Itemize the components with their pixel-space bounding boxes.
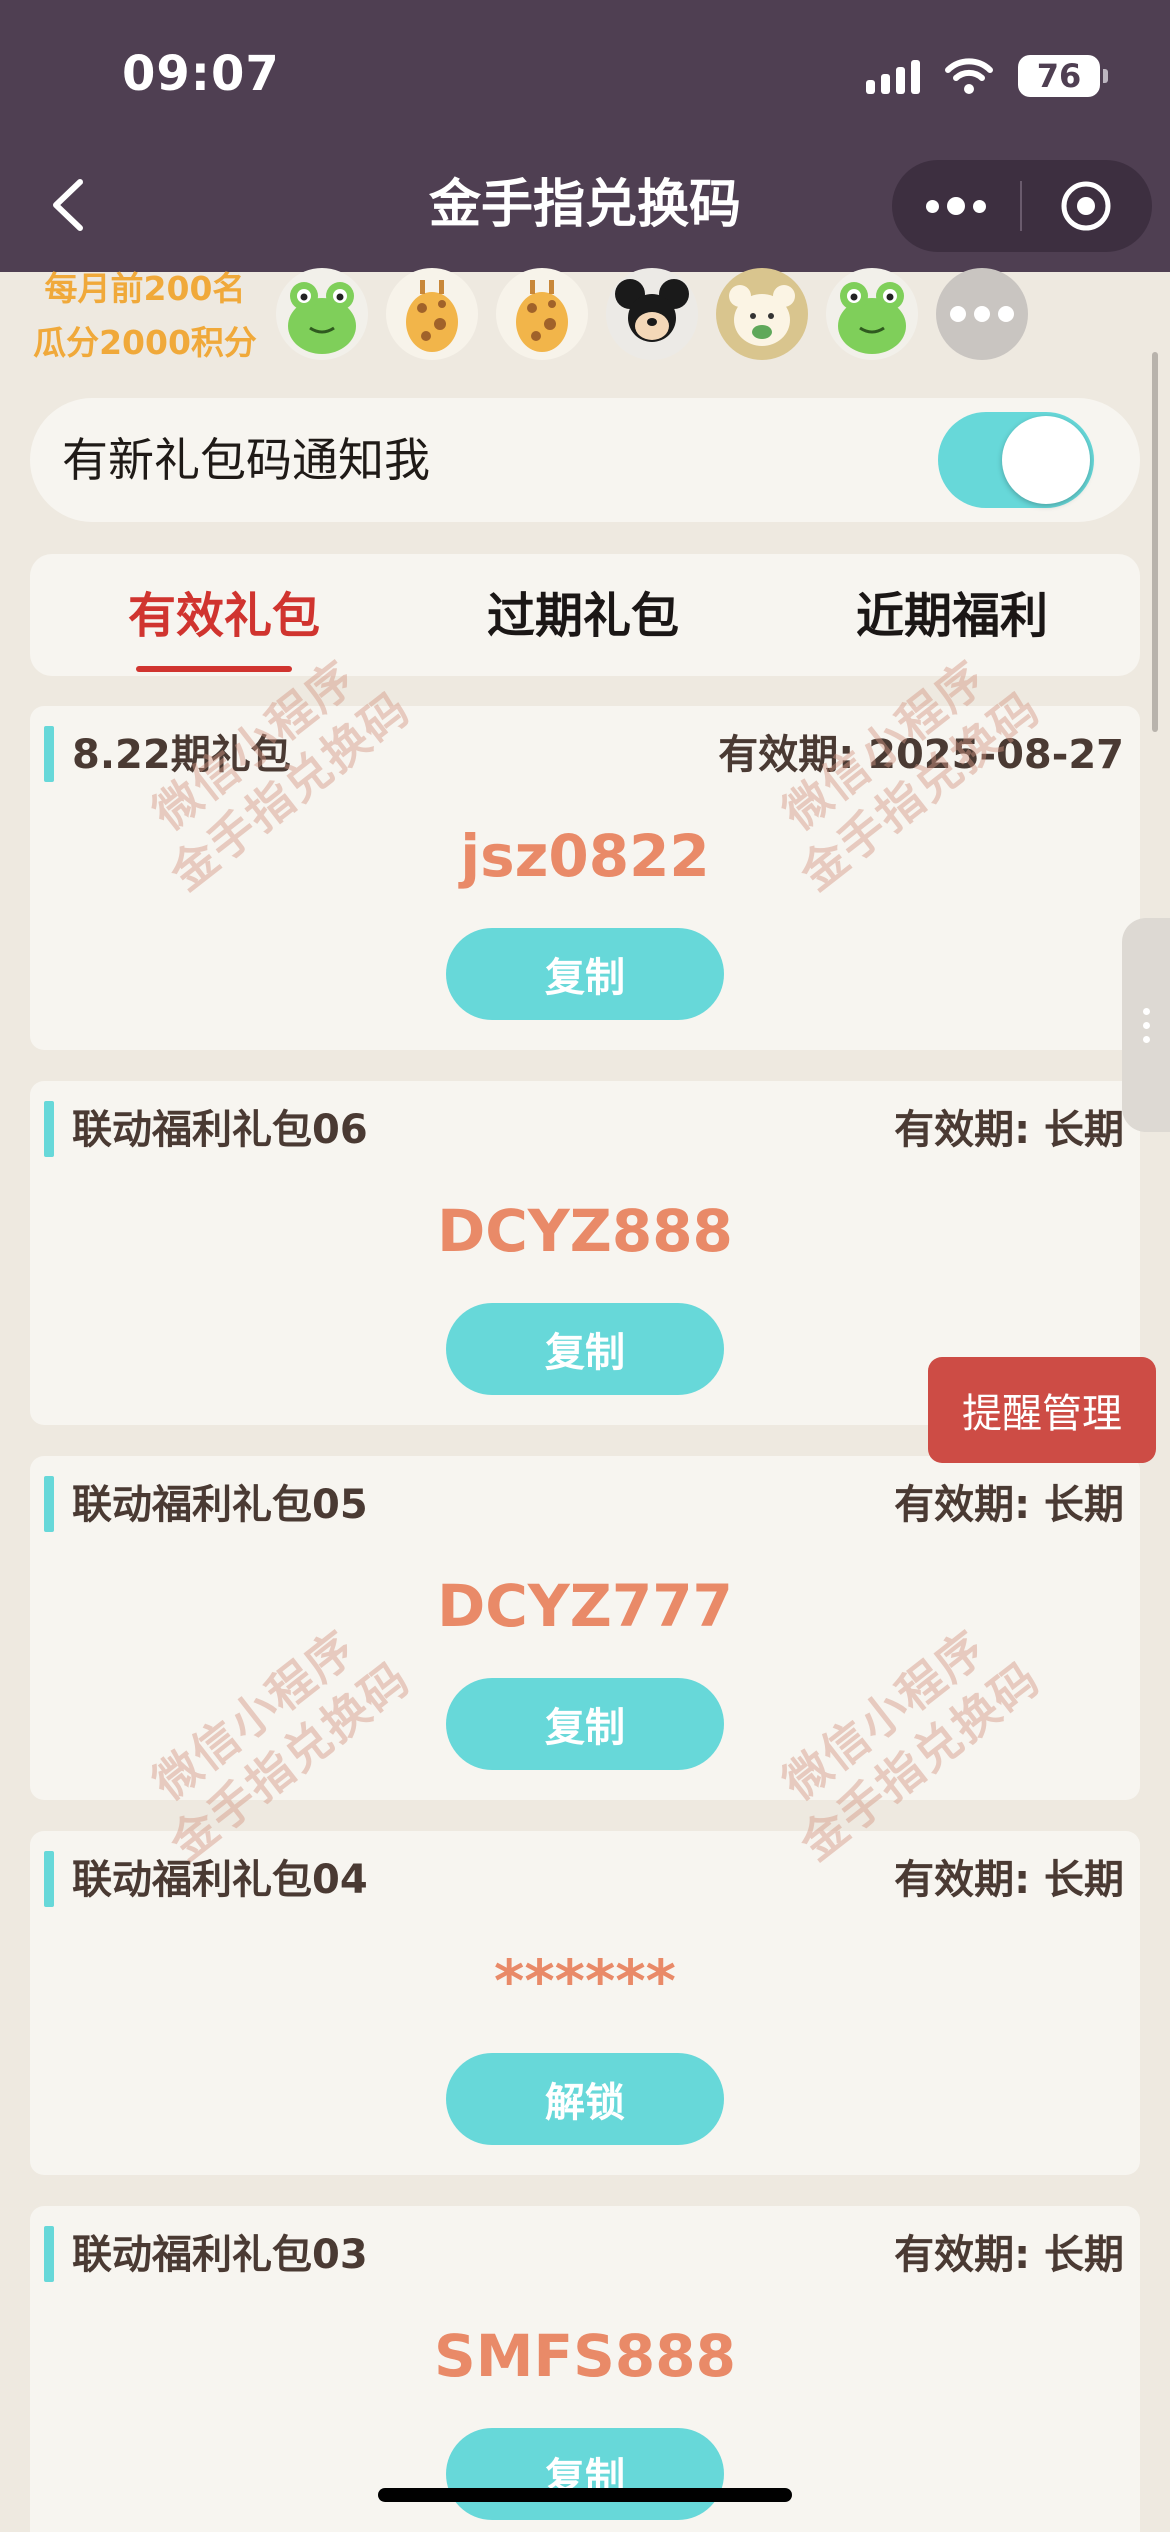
notify-row: 有新礼包码通知我 xyxy=(30,398,1140,522)
gift-code: SMFS888 xyxy=(434,2322,736,2390)
mickey-avatar[interactable] xyxy=(606,268,698,360)
notify-label: 有新礼包码通知我 xyxy=(62,433,430,487)
more-dots-icon[interactable] xyxy=(892,160,1020,252)
giraffe-avatar[interactable] xyxy=(496,268,588,360)
side-drawer-handle[interactable] xyxy=(1122,918,1170,1132)
copy-button[interactable]: 复制 xyxy=(446,2428,724,2520)
miniprogram-capsule xyxy=(892,160,1152,252)
unlock-button[interactable]: 解锁 xyxy=(446,2053,724,2145)
gift-validity: 有效期: 长期 xyxy=(894,1482,1124,1528)
copy-button[interactable]: 复制 xyxy=(446,928,724,1020)
giraffe-avatar[interactable] xyxy=(386,268,478,360)
gift-name: 联动福利礼包05 xyxy=(72,1482,368,1528)
target-circle-icon[interactable] xyxy=(1022,160,1150,252)
tab-recent-benefits[interactable]: 近期福利 xyxy=(802,584,1102,648)
gift-name: 联动福利礼包03 xyxy=(72,2232,368,2278)
gift-card: 联动福利礼包05 有效期: 长期 DCYZ777 复制 xyxy=(30,1456,1140,1800)
tab-bar: 有效礼包 过期礼包 近期福利 xyxy=(30,554,1140,676)
frog-avatar[interactable] xyxy=(276,268,368,360)
remind-manage-button[interactable]: 提醒管理 xyxy=(928,1357,1156,1463)
gift-name: 8.22期礼包 xyxy=(72,732,291,778)
card-accent-bar xyxy=(44,1476,54,1532)
ranking-line-1: 每月前200名 xyxy=(44,269,246,308)
status-time: 09:07 xyxy=(122,46,280,102)
top-bar: 09:07 76 金手指兑换码 xyxy=(0,0,1170,272)
gift-code: DCYZ777 xyxy=(437,1572,733,1640)
ranking-line-2: 瓜分2000积分 xyxy=(33,323,257,362)
tab-expired-gifts[interactable]: 过期礼包 xyxy=(433,584,733,648)
gift-validity: 有效期: 长期 xyxy=(894,1107,1124,1153)
status-icons: 76 xyxy=(866,54,1108,98)
more-avatars-icon[interactable] xyxy=(936,268,1028,360)
ranking-avatars xyxy=(276,268,1028,360)
active-tab-indicator xyxy=(136,666,292,672)
gift-card: 联动福利礼包04 有效期: 长期 ****** 解锁 xyxy=(30,1831,1140,2175)
gift-validity: 有效期: 2025-08-27 xyxy=(718,732,1124,778)
gift-card: 联动福利礼包03 有效期: 长期 SMFS888 复制 xyxy=(30,2206,1140,2532)
card-accent-bar xyxy=(44,726,54,782)
gift-code-masked: ****** xyxy=(494,1947,676,2015)
card-accent-bar xyxy=(44,2226,54,2282)
card-accent-bar xyxy=(44,1851,54,1907)
scrollbar[interactable] xyxy=(1152,352,1158,732)
notify-toggle[interactable] xyxy=(938,412,1094,508)
copy-button[interactable]: 复制 xyxy=(446,1303,724,1395)
wifi-icon xyxy=(944,57,994,95)
gift-code: DCYZ888 xyxy=(437,1197,733,1265)
copy-button[interactable]: 复制 xyxy=(446,1678,724,1770)
gift-code: jsz0822 xyxy=(460,822,710,890)
gift-name: 联动福利礼包04 xyxy=(72,1857,368,1903)
bear-avatar[interactable] xyxy=(716,268,808,360)
battery-icon: 76 xyxy=(1018,55,1108,97)
toggle-knob xyxy=(1002,416,1090,504)
home-indicator[interactable] xyxy=(378,2488,792,2502)
signal-icon xyxy=(866,58,920,94)
gift-card: 8.22期礼包 有效期: 2025-08-27 jsz0822 复制 xyxy=(30,706,1140,1050)
card-accent-bar xyxy=(44,1101,54,1157)
tab-valid-gifts[interactable]: 有效礼包 xyxy=(74,584,374,648)
frog-avatar[interactable] xyxy=(826,268,918,360)
ranking-promo[interactable]: 每月前200名 瓜分2000积分 xyxy=(30,262,260,370)
gift-validity: 有效期: 长期 xyxy=(894,1857,1124,1903)
gift-name: 联动福利礼包06 xyxy=(72,1107,368,1153)
gift-validity: 有效期: 长期 xyxy=(894,2232,1124,2278)
